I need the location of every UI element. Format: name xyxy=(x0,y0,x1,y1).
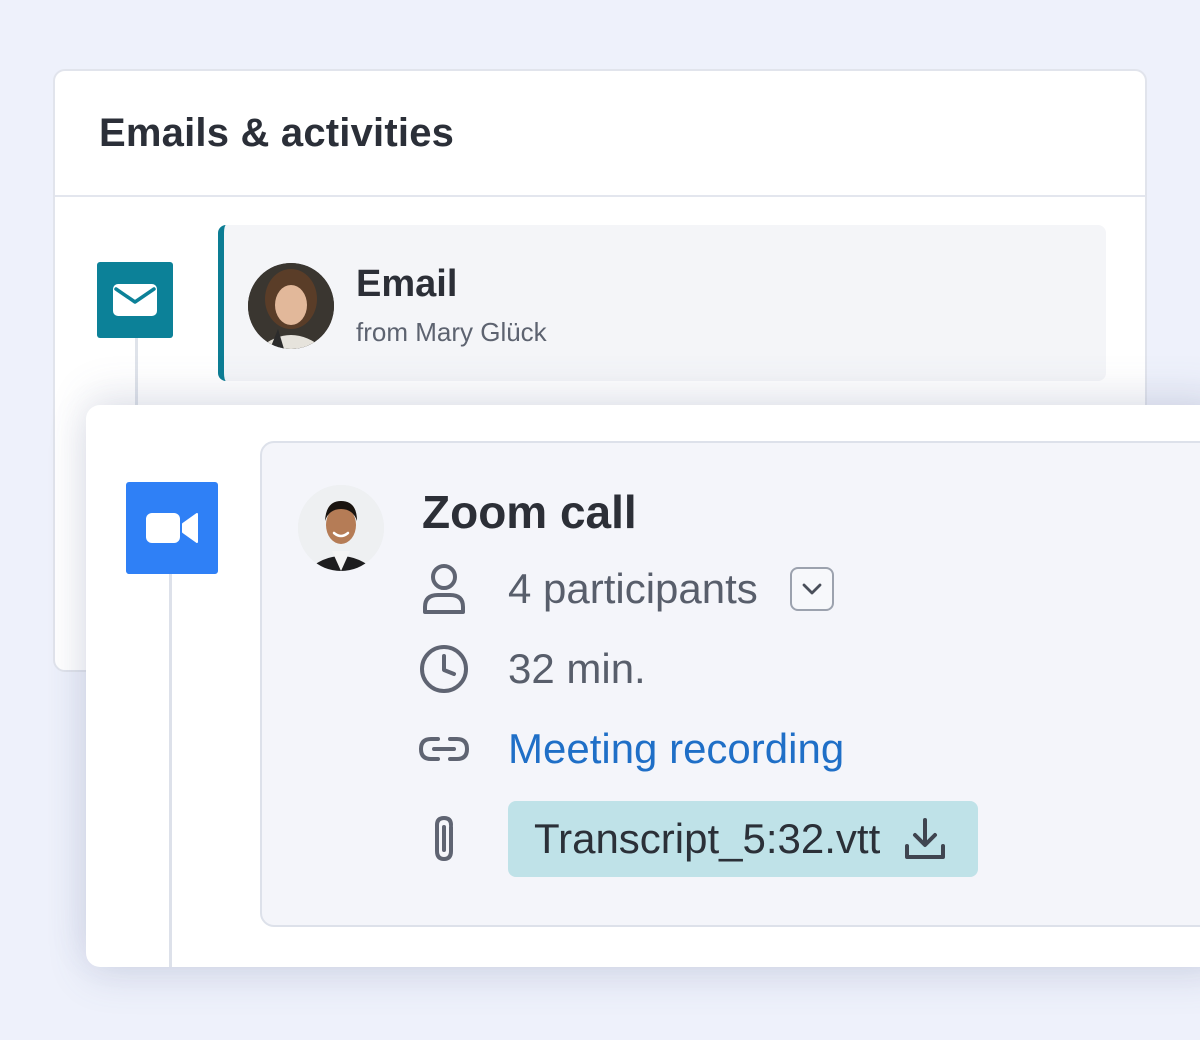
zoom-type-badge xyxy=(126,482,218,574)
envelope-icon xyxy=(113,284,157,316)
panel-header: Emails & activities xyxy=(55,71,1145,197)
email-title: Email xyxy=(356,263,458,305)
transcript-row: Transcript_5:32.vtt xyxy=(422,801,979,877)
recording-row: Meeting recording xyxy=(418,721,844,777)
zoom-activity-card: Zoom call 4 participants 32 min. Meeting… xyxy=(86,405,1200,967)
chevron-down-icon xyxy=(802,583,822,595)
avatar xyxy=(298,485,384,571)
transcript-filename: Transcript_5:32.vtt xyxy=(534,815,881,862)
paperclip-icon xyxy=(416,811,472,867)
email-sender: from Mary Glück xyxy=(356,317,547,347)
timeline-connector xyxy=(169,573,172,967)
zoom-activity-item[interactable]: Zoom call 4 participants 32 min. Meeting… xyxy=(260,441,1200,927)
call-duration: 32 min. xyxy=(508,645,646,692)
video-camera-icon xyxy=(146,513,198,543)
clock-icon xyxy=(416,641,472,697)
participants-count: 4 participants xyxy=(508,565,758,612)
avatar xyxy=(248,263,334,349)
meeting-recording-link[interactable]: Meeting recording xyxy=(508,725,844,773)
participants-row: 4 participants xyxy=(422,561,834,617)
link-icon xyxy=(416,721,472,777)
email-type-badge xyxy=(97,262,173,338)
email-activity-item[interactable]: Email from Mary Glück xyxy=(218,225,1106,381)
download-icon[interactable] xyxy=(900,814,950,864)
transcript-attachment[interactable]: Transcript_5:32.vtt xyxy=(508,801,979,877)
zoom-title: Zoom call xyxy=(422,486,637,538)
duration-row: 32 min. xyxy=(420,641,646,697)
person-icon xyxy=(416,561,472,617)
participants-dropdown-button[interactable] xyxy=(789,567,834,611)
panel-title: Emails & activities xyxy=(99,111,455,155)
